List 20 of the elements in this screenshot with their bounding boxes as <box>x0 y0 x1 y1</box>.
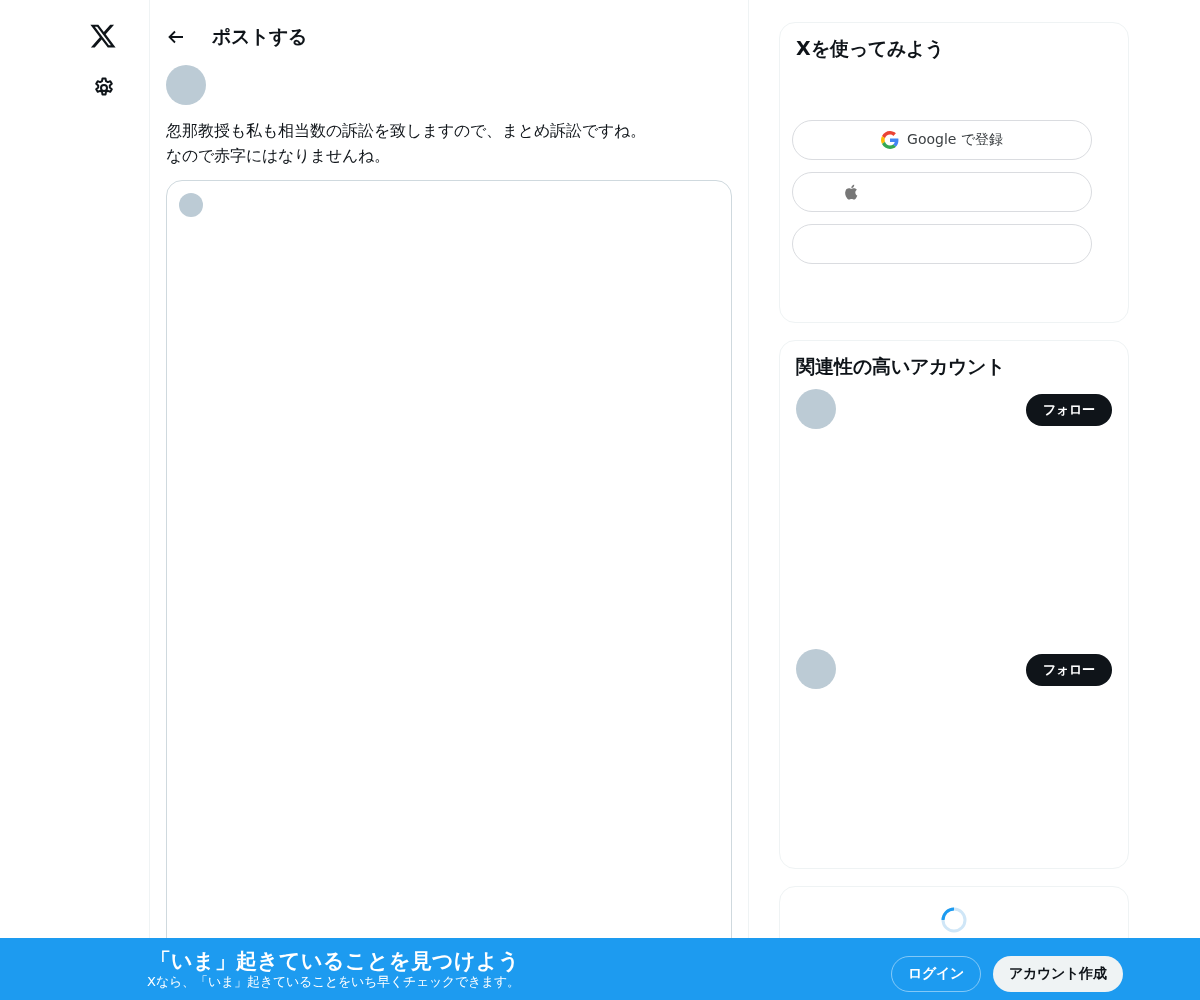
signup-button[interactable] <box>792 224 1092 264</box>
x-logo-icon[interactable] <box>88 22 118 50</box>
post-text: なので赤字にはなりませんね。 <box>166 146 391 167</box>
avatar[interactable] <box>796 649 836 690</box>
google-logo-icon <box>881 131 900 149</box>
avatar[interactable] <box>166 65 206 105</box>
apple-signup-button[interactable] <box>792 172 1092 212</box>
banner-subtitle: Xなら、「いま」起きていることをいち早くチェックできます。 <box>147 974 520 990</box>
follow-button[interactable]: フォロー <box>1026 394 1112 427</box>
follow-button[interactable]: フォロー <box>1026 654 1112 687</box>
create-account-button[interactable]: アカウント作成 <box>993 956 1123 992</box>
avatar <box>179 193 203 217</box>
card-title: Xを使ってみよう <box>796 36 945 61</box>
avatar[interactable] <box>796 389 836 430</box>
loading-spinner-icon <box>941 907 967 934</box>
card-title: 関連性の高いアカウント <box>796 354 1006 380</box>
post-text: 忽那教授も私も相当数の訴訟を致しますので、まとめ訴訟ですね。 <box>166 121 647 142</box>
page-title: ポストする <box>212 24 307 49</box>
banner-title: 「いま」起きていることを見つけよう <box>150 948 520 974</box>
google-signup-button[interactable]: Google で登録 <box>792 120 1092 160</box>
